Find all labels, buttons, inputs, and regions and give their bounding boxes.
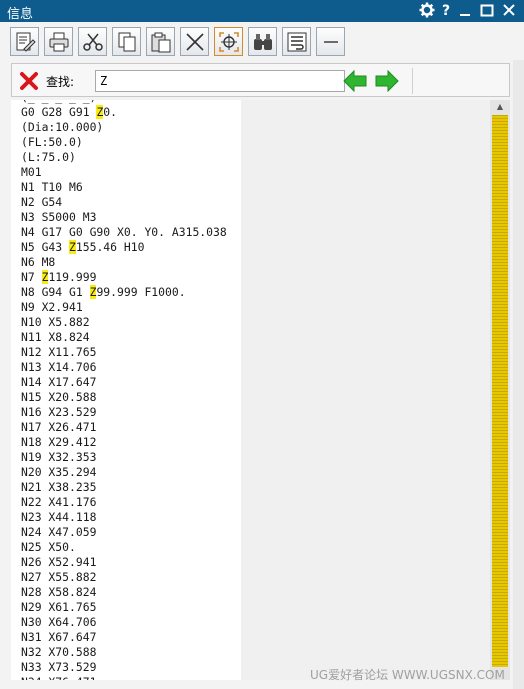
paste-icon <box>151 32 171 53</box>
cut-icon <box>83 33 103 51</box>
code-pane[interactable]: (_ _ _ _ _)G0 G28 G91 Z0.(Dia:10.000)(FL… <box>11 100 241 680</box>
gear-icon[interactable] <box>418 2 436 20</box>
find-button[interactable] <box>248 27 277 56</box>
clear-find-icon[interactable] <box>19 71 39 95</box>
find-input[interactable] <box>95 70 345 92</box>
wrap-icon <box>287 32 307 52</box>
print-button[interactable] <box>44 27 73 56</box>
code-line: N12 X11.765 <box>21 345 97 359</box>
code-line: N28 X58.824 <box>21 585 97 599</box>
code-line: N33 X73.529 <box>21 660 97 674</box>
code-line: N6 M8 <box>21 255 56 269</box>
code-line: N22 X41.176 <box>21 495 97 509</box>
code-line: N1 T10 M6 <box>21 180 83 194</box>
code-line: (Dia:10.000) <box>21 120 104 134</box>
code-line: (L:75.0) <box>21 150 76 164</box>
code-line: N18 X29.412 <box>21 435 97 449</box>
code-line: G0 G28 G91 Z0. <box>21 105 118 119</box>
code-line: N20 X35.294 <box>21 465 97 479</box>
code-line: N25 X50. <box>21 540 76 554</box>
minus-icon <box>324 41 338 43</box>
print-icon <box>49 32 69 52</box>
code-line: N15 X20.588 <box>21 390 97 404</box>
code-line: N8 G94 G1 Z99.999 F1000. <box>21 285 186 299</box>
help-icon[interactable]: ? <box>437 2 455 20</box>
maximize-icon[interactable] <box>478 2 496 20</box>
code-line: N19 X32.353 <box>21 450 97 464</box>
edit-button[interactable] <box>10 27 39 56</box>
target-icon <box>219 32 239 52</box>
code-line: N11 X8.824 <box>21 330 90 344</box>
code-line: N5 G43 Z155.46 H10 <box>21 240 145 254</box>
code-line: N31 X67.647 <box>21 630 97 644</box>
wrap-button[interactable] <box>282 27 311 56</box>
code-line: N13 X14.706 <box>21 360 97 374</box>
code-line: N3 S5000 M3 <box>21 210 97 224</box>
code-line: N17 X26.471 <box>21 420 97 434</box>
watermark: UG爱好者论坛 WWW.UGSNX.COM <box>310 668 505 682</box>
window-title: 信息 <box>7 7 34 22</box>
minimize-icon[interactable] <box>456 2 474 20</box>
scroll-up-icon[interactable]: ▲ <box>490 100 510 114</box>
code-line: N23 X44.118 <box>21 510 97 524</box>
edit-icon <box>16 32 36 52</box>
info-content: (_ _ _ _ _)G0 G28 G91 Z0.(Dia:10.000)(FL… <box>11 100 510 680</box>
window-edge <box>513 60 524 689</box>
separator <box>412 68 413 94</box>
find-icon <box>254 34 272 50</box>
code-line: N16 X23.529 <box>21 405 97 419</box>
code-line: N4 G17 G0 G90 X0. Y0. A315.038 <box>21 225 227 239</box>
title-bar: 信息 ? <box>0 0 524 22</box>
search-match: Z <box>69 240 76 254</box>
code-line: N24 X47.059 <box>21 525 97 539</box>
arrow-left-icon[interactable] <box>343 69 367 96</box>
code-line: N30 X64.706 <box>21 615 97 629</box>
code-line: N32 X70.588 <box>21 645 97 659</box>
code-line: N34 X76.471 <box>21 675 227 680</box>
code-line: N29 X61.765 <box>21 600 97 614</box>
toolbar <box>8 27 520 59</box>
code-lines: (_ _ _ _ _)G0 G28 G91 Z0.(Dia:10.000)(FL… <box>21 100 227 680</box>
copy-icon <box>118 32 136 52</box>
vertical-scrollbar[interactable]: ▲ <box>490 100 510 680</box>
close-icon[interactable] <box>500 2 518 20</box>
minus-button[interactable] <box>316 27 345 56</box>
scrollbar-thumb[interactable] <box>492 115 508 667</box>
find-label: 查找: <box>46 75 75 89</box>
code-line: N10 X5.882 <box>21 315 90 329</box>
find-bar: 查找: <box>11 63 510 97</box>
code-line: (FL:50.0) <box>21 135 83 149</box>
code-line: N21 X38.235 <box>21 480 97 494</box>
code-line: M01 <box>21 165 42 179</box>
code-line: N2 G54 <box>21 195 63 209</box>
target-button[interactable] <box>214 27 243 56</box>
paste-button[interactable] <box>146 27 175 56</box>
code-line: N27 X55.882 <box>21 570 97 584</box>
code-line: N26 X52.941 <box>21 555 97 569</box>
delete-button[interactable] <box>180 27 209 56</box>
copy-button[interactable] <box>112 27 141 56</box>
code-line: N9 X2.941 <box>21 300 83 314</box>
delete-icon <box>186 33 204 51</box>
code-line: N14 X17.647 <box>21 375 97 389</box>
arrow-right-icon[interactable] <box>375 69 399 96</box>
code-line: N7 Z119.999 <box>21 270 97 284</box>
cut-button[interactable] <box>78 27 107 56</box>
